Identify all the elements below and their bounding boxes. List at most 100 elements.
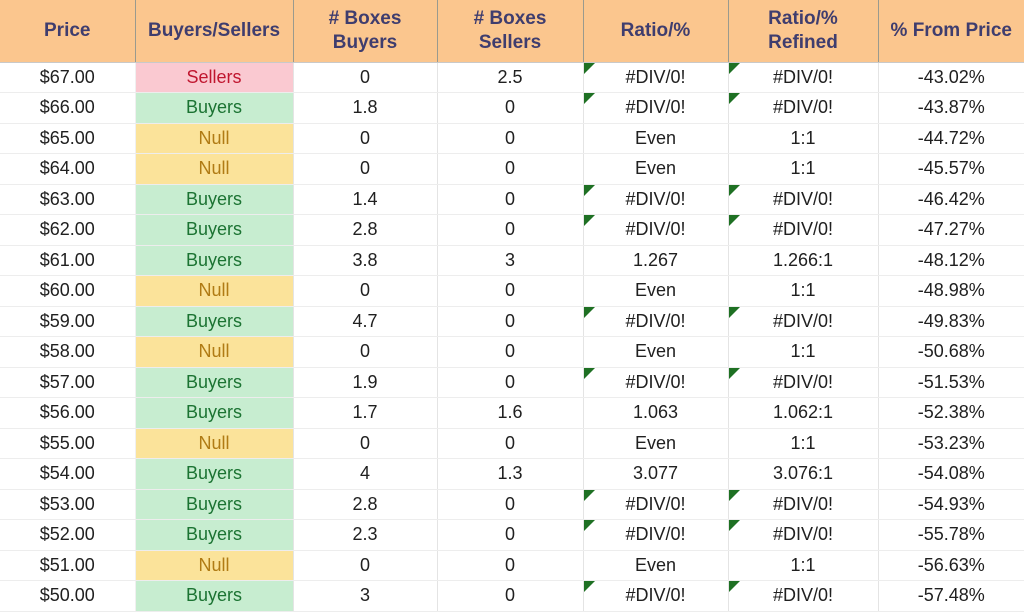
cell-boxbuy[interactable]: 3.8 — [293, 245, 438, 276]
cell-boxsell[interactable]: 0 — [437, 306, 584, 337]
cell-boxsell[interactable]: 0 — [437, 550, 584, 581]
cell-boxsell[interactable]: 0 — [437, 336, 584, 368]
cell-buyers-sellers-buyers[interactable]: Buyers — [135, 245, 294, 276]
cell-pct[interactable]: -57.48% — [878, 580, 1024, 612]
cell-pct[interactable]: -43.02% — [878, 62, 1024, 93]
cell-price[interactable]: $56.00 — [0, 397, 136, 429]
cell-price[interactable]: $59.00 — [0, 306, 136, 337]
cell-pct[interactable]: -52.38% — [878, 397, 1024, 429]
cell-price[interactable]: $64.00 — [0, 153, 136, 185]
cell-ratio[interactable]: #DIV/0! — [583, 580, 729, 612]
cell-price[interactable]: $65.00 — [0, 123, 136, 154]
column-boxes-buyers-header[interactable]: # Boxes Buyers — [293, 0, 438, 63]
cell-price[interactable]: $57.00 — [0, 367, 136, 398]
cell-boxsell[interactable]: 1.3 — [437, 458, 584, 490]
column-pct-from-price-header[interactable]: % From Price — [878, 0, 1024, 63]
cell-pct[interactable]: -51.53% — [878, 367, 1024, 398]
cell-boxsell[interactable]: 0 — [437, 214, 584, 246]
cell-price[interactable]: $62.00 — [0, 214, 136, 246]
cell-boxbuy[interactable]: 2.8 — [293, 214, 438, 246]
column-price-header[interactable]: Price — [0, 0, 136, 63]
cell-boxbuy[interactable]: 1.8 — [293, 92, 438, 124]
cell-pct[interactable]: -48.98% — [878, 275, 1024, 307]
cell-price[interactable]: $51.00 — [0, 550, 136, 581]
cell-boxbuy[interactable]: 0 — [293, 336, 438, 368]
cell-ratio[interactable]: Even — [583, 275, 729, 307]
cell-ratio[interactable]: #DIV/0! — [583, 214, 729, 246]
cell-ratioref[interactable]: 1:1 — [728, 275, 879, 307]
cell-ratioref[interactable]: 1:1 — [728, 428, 879, 459]
column-ratio-pct-refined-header[interactable]: Ratio/% Refined — [728, 0, 879, 63]
cell-boxbuy[interactable]: 0 — [293, 153, 438, 185]
cell-boxsell[interactable]: 1.6 — [437, 397, 584, 429]
cell-buyers-sellers-null[interactable]: Null — [135, 123, 294, 154]
cell-pct[interactable]: -56.63% — [878, 550, 1024, 581]
column-ratio-pct-header[interactable]: Ratio/% — [583, 0, 729, 63]
cell-ratioref[interactable]: 1:1 — [728, 123, 879, 154]
cell-boxbuy[interactable]: 0 — [293, 428, 438, 459]
cell-buyers-sellers-buyers[interactable]: Buyers — [135, 519, 294, 551]
cell-buyers-sellers-null[interactable]: Null — [135, 550, 294, 581]
cell-price[interactable]: $67.00 — [0, 62, 136, 93]
cell-boxbuy[interactable]: 2.3 — [293, 519, 438, 551]
cell-buyers-sellers-buyers[interactable]: Buyers — [135, 367, 294, 398]
cell-ratioref[interactable]: #DIV/0! — [728, 306, 879, 337]
cell-ratio[interactable]: #DIV/0! — [583, 489, 729, 520]
cell-ratioref[interactable]: 1.062:1 — [728, 397, 879, 429]
cell-boxbuy[interactable]: 1.4 — [293, 184, 438, 215]
cell-boxsell[interactable]: 0 — [437, 489, 584, 520]
cell-boxbuy[interactable]: 1.9 — [293, 367, 438, 398]
cell-ratio[interactable]: #DIV/0! — [583, 184, 729, 215]
cell-price[interactable]: $60.00 — [0, 275, 136, 307]
cell-price[interactable]: $54.00 — [0, 458, 136, 490]
cell-pct[interactable]: -48.12% — [878, 245, 1024, 276]
cell-price[interactable]: $58.00 — [0, 336, 136, 368]
cell-buyers-sellers-buyers[interactable]: Buyers — [135, 397, 294, 429]
cell-pct[interactable]: -55.78% — [878, 519, 1024, 551]
cell-boxsell[interactable]: 0 — [437, 367, 584, 398]
cell-buyers-sellers-buyers[interactable]: Buyers — [135, 214, 294, 246]
cell-ratioref[interactable]: #DIV/0! — [728, 214, 879, 246]
cell-boxsell[interactable]: 0 — [437, 275, 584, 307]
cell-pct[interactable]: -53.23% — [878, 428, 1024, 459]
cell-pct[interactable]: -45.57% — [878, 153, 1024, 185]
cell-price[interactable]: $63.00 — [0, 184, 136, 215]
cell-pct[interactable]: -44.72% — [878, 123, 1024, 154]
cell-boxbuy[interactable]: 1.7 — [293, 397, 438, 429]
cell-boxbuy[interactable]: 2.8 — [293, 489, 438, 520]
cell-price[interactable]: $52.00 — [0, 519, 136, 551]
cell-ratioref[interactable]: 3.076:1 — [728, 458, 879, 490]
cell-ratio[interactable]: Even — [583, 153, 729, 185]
cell-buyers-sellers-sellers[interactable]: Sellers — [135, 62, 294, 93]
cell-buyers-sellers-null[interactable]: Null — [135, 428, 294, 459]
cell-pct[interactable]: -46.42% — [878, 184, 1024, 215]
cell-ratioref[interactable]: #DIV/0! — [728, 489, 879, 520]
cell-boxsell[interactable]: 3 — [437, 245, 584, 276]
cell-boxsell[interactable]: 0 — [437, 153, 584, 185]
cell-ratio[interactable]: #DIV/0! — [583, 92, 729, 124]
cell-boxbuy[interactable]: 0 — [293, 123, 438, 154]
cell-ratio[interactable]: 1.063 — [583, 397, 729, 429]
cell-ratioref[interactable]: 1:1 — [728, 550, 879, 581]
cell-buyers-sellers-null[interactable]: Null — [135, 275, 294, 307]
cell-ratio[interactable]: #DIV/0! — [583, 519, 729, 551]
cell-boxbuy[interactable]: 4.7 — [293, 306, 438, 337]
cell-price[interactable]: $61.00 — [0, 245, 136, 276]
cell-buyers-sellers-null[interactable]: Null — [135, 336, 294, 368]
cell-price[interactable]: $53.00 — [0, 489, 136, 520]
cell-ratio[interactable]: Even — [583, 550, 729, 581]
cell-boxbuy[interactable]: 3 — [293, 580, 438, 612]
cell-boxbuy[interactable]: 0 — [293, 550, 438, 581]
cell-price[interactable]: $50.00 — [0, 580, 136, 612]
cell-ratioref[interactable]: 1:1 — [728, 153, 879, 185]
cell-buyers-sellers-null[interactable]: Null — [135, 153, 294, 185]
cell-ratio[interactable]: 1.267 — [583, 245, 729, 276]
cell-ratioref[interactable]: #DIV/0! — [728, 367, 879, 398]
cell-buyers-sellers-buyers[interactable]: Buyers — [135, 184, 294, 215]
cell-buyers-sellers-buyers[interactable]: Buyers — [135, 580, 294, 612]
cell-ratio[interactable]: #DIV/0! — [583, 367, 729, 398]
cell-boxsell[interactable]: 0 — [437, 123, 584, 154]
column-buyers-sellers-header[interactable]: Buyers/Sellers — [135, 0, 294, 63]
cell-boxsell[interactable]: 0 — [437, 184, 584, 215]
cell-pct[interactable]: -54.93% — [878, 489, 1024, 520]
